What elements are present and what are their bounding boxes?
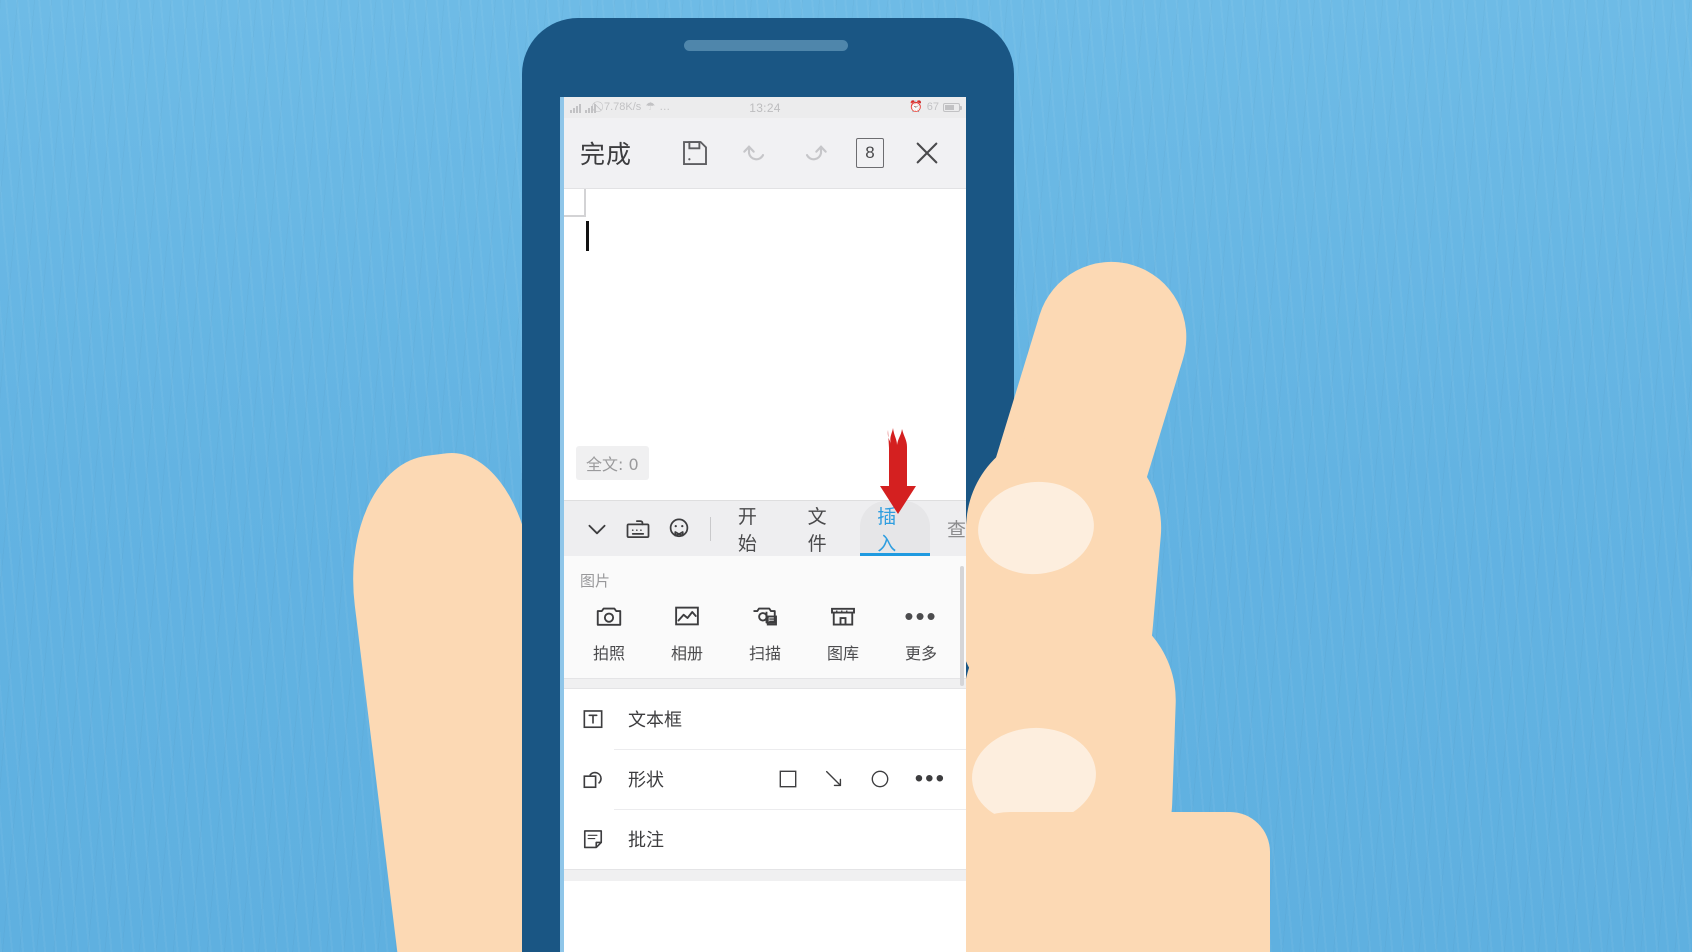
insert-album-button[interactable]: 相册	[648, 599, 726, 664]
app-toolbar: 完成 8	[564, 118, 966, 188]
square-shape-icon[interactable]	[777, 768, 799, 790]
gallery-store-icon	[828, 599, 858, 633]
panel-bottom-divider	[564, 869, 966, 881]
save-icon[interactable]	[672, 130, 718, 176]
word-count-badge[interactable]: 全文: 0	[576, 446, 649, 480]
camera-icon	[594, 599, 624, 633]
ribbon-tab-bar: 开始 文件 插入 查	[564, 500, 966, 557]
close-icon[interactable]	[904, 130, 950, 176]
insert-scan-button[interactable]: 扫描	[726, 599, 804, 664]
document-corner-marker	[564, 189, 586, 217]
document-canvas[interactable]: 全文: 0	[564, 188, 966, 500]
page-count-badge[interactable]: 8	[856, 138, 884, 168]
phone-speaker	[684, 40, 848, 51]
screenshot-stage: ⃠ 7.78K/s ☂ … 13:24 ⏰ 67 完成	[0, 0, 1692, 952]
shape-icon	[580, 766, 614, 792]
picture-section-label: 图片	[580, 572, 611, 590]
battery-percent-label: 67	[926, 101, 939, 113]
chevron-down-icon[interactable]	[576, 507, 617, 551]
tab-home[interactable]: 开始	[721, 501, 791, 557]
more-shapes-icon[interactable]: •••	[915, 767, 946, 791]
hand-palm-right	[940, 812, 1270, 952]
line-shape-icon[interactable]	[823, 768, 845, 790]
panel-section-divider	[564, 678, 966, 689]
phone-screen: ⃠ 7.78K/s ☂ … 13:24 ⏰ 67 完成	[564, 97, 966, 952]
insert-scan-label: 扫描	[748, 644, 781, 663]
insert-camera-button[interactable]: 拍照	[570, 599, 648, 664]
tab-insert[interactable]: 插入	[860, 500, 930, 557]
insert-shape-row[interactable]: 形状 •••	[564, 749, 966, 809]
insert-album-label: 相册	[670, 644, 703, 663]
insert-shape-label: 形状	[628, 770, 664, 791]
battery-icon	[943, 103, 962, 112]
insert-camera-label: 拍照	[592, 644, 625, 663]
shape-quick-actions: •••	[777, 767, 950, 791]
emoji-icon[interactable]	[659, 507, 700, 551]
ribbon-divider	[709, 516, 711, 541]
scan-icon	[750, 599, 780, 633]
insert-more-label: 更多	[904, 644, 937, 663]
tab-review[interactable]: 查	[930, 501, 966, 557]
text-caret	[586, 221, 589, 251]
done-button[interactable]: 完成	[580, 135, 632, 171]
panel-scrollbar[interactable]	[960, 566, 964, 686]
circle-shape-icon[interactable]	[869, 768, 891, 790]
insert-comment-row[interactable]: 批注	[564, 809, 966, 869]
status-bar-clock: 13:24	[749, 100, 781, 115]
undo-icon[interactable]	[732, 130, 778, 176]
keyboard-icon[interactable]	[617, 507, 658, 551]
insert-textbox-label: 文本框	[628, 710, 682, 731]
insert-comment-label: 批注	[628, 830, 664, 851]
more-dots-icon: •••	[904, 601, 938, 631]
android-status-bar: ⃠ 7.78K/s ☂ … 13:24 ⏰ 67	[564, 97, 966, 118]
insert-panel: 图片 拍照 相册 扫描 图库 ••• 更多 文本框 形状 ••• 批注	[564, 556, 966, 881]
status-bar-right: ⏰ 67	[909, 101, 962, 113]
insert-more-button[interactable]: ••• 更多	[882, 599, 960, 664]
insert-gallery-label: 图库	[826, 644, 859, 663]
insert-textbox-row[interactable]: 文本框	[564, 689, 966, 749]
alarm-icon: ⏰	[909, 101, 923, 113]
redo-icon[interactable]	[792, 130, 838, 176]
picture-gallery-row: 拍照 相册 扫描 图库 ••• 更多	[564, 595, 966, 678]
insert-gallery-button[interactable]: 图库	[804, 599, 882, 664]
photo-album-icon	[672, 599, 702, 633]
tab-file[interactable]: 文件	[791, 501, 861, 557]
comment-icon	[580, 826, 614, 852]
textbox-icon	[580, 706, 614, 732]
